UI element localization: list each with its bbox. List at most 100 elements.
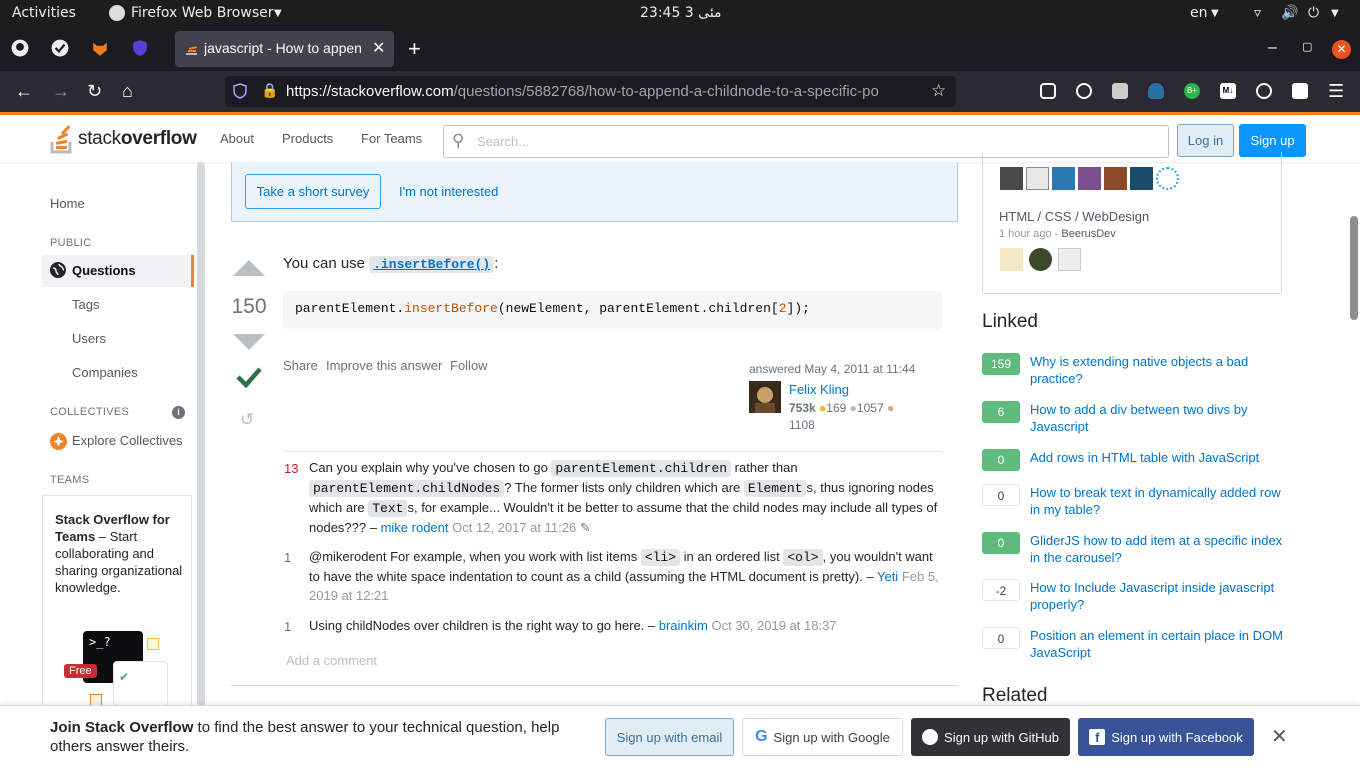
github-pinned-tab-icon[interactable] xyxy=(10,38,30,58)
maximize-button[interactable]: ▢ xyxy=(1302,40,1312,53)
comment-user[interactable]: brainkim xyxy=(659,618,708,633)
answer-user-name[interactable]: Felix Kling xyxy=(789,382,849,397)
sidebar-item-tags[interactable]: Tags xyxy=(72,297,99,312)
extension-icon[interactable] xyxy=(1112,83,1128,99)
extension-r-icon[interactable] xyxy=(1292,83,1308,99)
linked-title[interactable]: How to add a div between two divs by Jav… xyxy=(1030,401,1285,435)
avatar[interactable] xyxy=(1000,248,1023,271)
comment-score: 1 xyxy=(284,550,292,565)
inline-code: Text xyxy=(368,500,408,517)
linked-title[interactable]: Why is extending native objects a bad pr… xyxy=(1030,353,1285,387)
avatar[interactable] xyxy=(749,381,781,413)
comment-date[interactable]: Oct 30, 2019 at 18:37 xyxy=(712,618,837,633)
improve-answer-link[interactable]: Improve this answer xyxy=(326,358,442,373)
avatar[interactable] xyxy=(1026,167,1049,190)
activities-button[interactable]: Activities xyxy=(12,5,76,21)
nav-about[interactable]: About xyxy=(220,131,254,146)
facebook-icon: f xyxy=(1089,729,1106,745)
signup-google-button[interactable]: G Sign up with Google xyxy=(742,718,903,756)
extension-icon[interactable] xyxy=(1076,83,1092,99)
close-tab-icon[interactable]: ✕ xyxy=(372,38,385,58)
chevron-down-icon: ▼ xyxy=(274,8,282,19)
forward-button[interactable]: → xyxy=(52,81,70,101)
avatar[interactable] xyxy=(1029,248,1052,271)
card-illustration: ✔ xyxy=(113,661,168,706)
share-link[interactable]: Share xyxy=(283,358,318,373)
add-comment-link[interactable]: Add a comment xyxy=(286,653,377,668)
stackoverflow-logo-icon[interactable] xyxy=(50,122,76,155)
new-tab-button[interactable]: + xyxy=(408,36,421,62)
avatar[interactable] xyxy=(1130,167,1153,190)
comment-user[interactable]: Yeti xyxy=(877,569,898,584)
sidebar-item-explore-collectives[interactable]: Explore Collectives xyxy=(72,433,183,448)
linked-title[interactable]: How to break text in dynamically added r… xyxy=(1030,484,1285,518)
tracking-shield-icon[interactable] xyxy=(233,83,247,99)
signup-email-button[interactable]: Sign up with email xyxy=(605,718,734,756)
history-icon[interactable]: ↺ xyxy=(240,410,254,430)
upvote-button[interactable] xyxy=(233,260,265,276)
clock[interactable]: 23:45 3 مئى xyxy=(640,5,722,21)
insertbefore-link[interactable]: .insertBefore() xyxy=(369,256,495,273)
extension-b-plus-icon[interactable]: B+ xyxy=(1184,83,1200,99)
teams-promo-text: Stack Overflow for Teams – Start collabo… xyxy=(55,511,185,596)
terminal-text: >_? xyxy=(89,635,111,649)
tab-active[interactable]: javascript - How to appen ✕ xyxy=(175,31,394,67)
comment-date[interactable]: Oct 12, 2017 at 11:26 xyxy=(452,520,576,535)
markdown-icon[interactable]: M↓ xyxy=(1220,83,1236,99)
linked-title[interactable]: Add rows in HTML table with JavaScript xyxy=(1030,449,1285,466)
page-scrollbar[interactable] xyxy=(1350,216,1358,320)
answer-score: 150 xyxy=(231,295,267,318)
pocket-icon[interactable] xyxy=(1040,83,1056,99)
minimize-button[interactable]: – xyxy=(1268,39,1277,57)
avatar[interactable] xyxy=(1058,248,1081,271)
sidebar-item-users[interactable]: Users xyxy=(72,331,106,346)
avatar[interactable] xyxy=(1156,167,1179,190)
sidebar-item-questions[interactable]: Questions xyxy=(42,255,194,287)
hamburger-menu-icon[interactable]: ☰ xyxy=(1328,81,1344,101)
collective-meta-user[interactable]: BeerusDev xyxy=(1061,228,1115,240)
sidebar-scrollbar[interactable] xyxy=(197,162,205,707)
sidebar-item-home[interactable]: Home xyxy=(50,196,85,211)
comments-divider xyxy=(283,451,942,452)
avatar[interactable] xyxy=(1104,167,1127,190)
search-placeholder: Search... xyxy=(477,134,530,149)
lock-icon[interactable]: 🔒 xyxy=(261,82,278,99)
reload-button[interactable]: ↻ xyxy=(87,81,102,101)
check-pinned-tab-icon[interactable] xyxy=(50,38,70,58)
info-icon[interactable]: i xyxy=(172,406,185,419)
nav-products[interactable]: Products xyxy=(282,131,333,146)
stackoverflow-wordmark[interactable]: stackoverflow xyxy=(78,128,197,150)
network-icon[interactable]: ▿ xyxy=(1254,5,1261,21)
linked-title[interactable]: How to Include Javascript inside javascr… xyxy=(1030,579,1285,613)
extension-shield-icon[interactable] xyxy=(1148,83,1164,99)
url-bar[interactable]: 🔒 https://stackoverflow.com/questions/58… xyxy=(225,76,956,107)
linked-title[interactable]: GliderJS how to add item at a specific i… xyxy=(1030,532,1285,566)
linked-title[interactable]: Position an element in certain place in … xyxy=(1030,627,1285,661)
sidebar-item-companies[interactable]: Companies xyxy=(72,365,138,380)
downvote-button[interactable] xyxy=(233,334,265,350)
collective-title[interactable]: HTML / CSS / WebDesign xyxy=(999,209,1149,224)
follow-link[interactable]: Follow xyxy=(450,358,488,373)
signup-github-button[interactable]: Sign up with GitHub xyxy=(911,718,1070,756)
home-button[interactable]: ⌂ xyxy=(122,81,133,101)
app-menu[interactable]: Firefox Web Browser xyxy=(131,5,274,21)
take-survey-button[interactable]: Take a short survey xyxy=(245,174,381,209)
firefox-icon xyxy=(109,5,125,21)
extension-circle-icon[interactable] xyxy=(1256,83,1272,99)
fox-pinned-tab-icon[interactable] xyxy=(90,38,110,58)
volume-icon[interactable]: 🔊 xyxy=(1281,5,1298,21)
bookmark-star-icon[interactable]: ☆ xyxy=(931,81,946,101)
close-banner-button[interactable]: ✕ xyxy=(1271,724,1288,749)
shield-pinned-tab-icon[interactable] xyxy=(130,38,150,58)
avatar[interactable] xyxy=(1078,167,1101,190)
comment-user[interactable]: mike rodent xyxy=(381,520,449,535)
avatar[interactable] xyxy=(1000,167,1023,190)
avatar[interactable] xyxy=(1052,167,1075,190)
nav-for-teams[interactable]: For Teams xyxy=(361,131,422,146)
not-interested-button[interactable]: I'm not interested xyxy=(399,184,498,199)
back-button[interactable]: ← xyxy=(15,81,33,101)
close-window-button[interactable]: ✕ xyxy=(1332,40,1351,59)
power-icon[interactable]: ⏻ xyxy=(1308,5,1319,21)
signup-facebook-button[interactable]: f Sign up with Facebook xyxy=(1078,718,1254,756)
language-indicator[interactable]: en xyxy=(1190,5,1208,21)
